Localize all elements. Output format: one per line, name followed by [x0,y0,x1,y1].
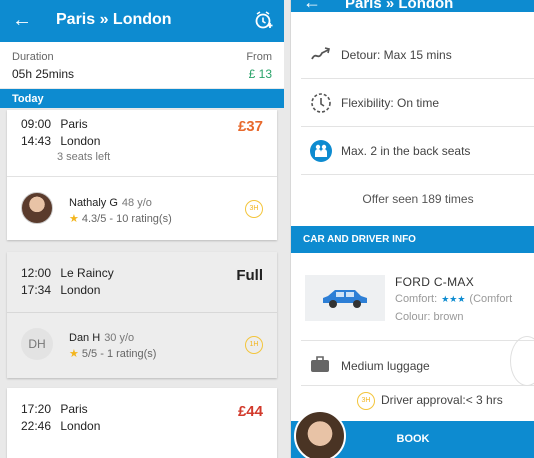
clock-icon [311,93,331,113]
trip-list-screen: ← Paris » London Duration 05h 25mins Fro… [0,0,284,458]
approval-time-badge: 3H [357,392,375,410]
detour-icon [311,47,330,60]
route-title: Paris » London [345,0,454,12]
seats-left: 3 seats left [57,151,111,163]
date-section-header: Today [0,89,284,108]
route-title: Paris » London [56,11,172,28]
star-icon: ★ [69,348,79,360]
driver-rating: ★ 4.3/5 - 10 rating(s) [69,213,172,225]
duration-value: 05h 25mins [12,67,75,81]
approval-time-badge: 3H [245,200,263,218]
card-divider [7,176,277,177]
driver-rating: ★ 5/5 - 1 rating(s) [69,348,157,360]
from-label: From [246,51,272,63]
approval-time-badge: 1H [245,336,263,354]
back-arrow-icon[interactable]: ← [12,9,32,31]
car-colour: Colour: brown [395,311,464,323]
trip-detail-screen: ← Paris » London Detour: Max 15 mins Fle… [290,0,534,458]
driver-name: Nathaly G 48 y/o [69,197,152,209]
detour-row: Detour: Max 15 mins [301,31,534,79]
divider [301,340,534,341]
trip-status-full: Full [236,267,263,284]
trip-card[interactable]: 09:00 Paris 14:43 London £37 3 seats lef… [7,110,277,240]
car-image [305,275,385,321]
flexibility-text: Flexibility: On time [341,96,440,110]
from-price: £ 13 [248,67,272,81]
avatar [21,192,53,224]
detour-text: Detour: Max 15 mins [341,48,452,62]
driver-name: Dan H 30 y/o [69,332,135,344]
duration-label: Duration [12,51,54,63]
comfort-stars: ★★★ [441,294,466,304]
back-seats-row: Max. 2 in the back seats [301,127,534,175]
offer-seen-count: Offer seen 189 times [362,192,474,206]
trip-times: 17:20 Paris 22:46 London [21,402,101,433]
driver-approval: 3H Driver approval:< 3 hrs [357,392,503,410]
section-header-car-driver: CAR AND DRIVER INFO [291,226,534,253]
back-arrow-icon[interactable]: ← [303,0,321,12]
trip-times: 09:00 Paris 14:43 London [21,117,101,148]
trip-times: 12:00 Le Raincy 17:34 London [21,266,114,297]
app-root: ← Paris » London Duration 05h 25mins Fro… [0,0,534,458]
luggage-row: Medium luggage [301,342,534,386]
card-divider [7,312,277,313]
alarm-add-icon[interactable] [254,10,274,30]
top-bar: ← Paris » London [291,0,534,12]
top-bar: ← Paris » London [0,0,284,42]
driver-photo [294,410,346,458]
back-seats-text: Max. 2 in the back seats [341,144,471,158]
car-icon [323,290,367,308]
passengers-icon [310,140,332,162]
star-icon: ★ [69,213,79,225]
flexibility-row: Flexibility: On time [301,79,534,127]
trip-price: £44 [237,403,263,420]
trip-card[interactable]: 17:20 Paris 22:46 London £44 [7,388,277,458]
luggage-icon [311,356,329,372]
trip-price: £37 [237,118,263,135]
car-model: FORD C-MAX [395,275,474,289]
trip-summary: Duration 05h 25mins From £ 13 [0,42,284,88]
car-comfort: Comfort: ★★★ (Comfort [395,293,513,305]
avatar: DH [21,328,53,360]
luggage-text: Medium luggage [341,359,430,373]
trip-card[interactable]: 12:00 Le Raincy 17:34 London Full DH Dan… [7,252,277,378]
